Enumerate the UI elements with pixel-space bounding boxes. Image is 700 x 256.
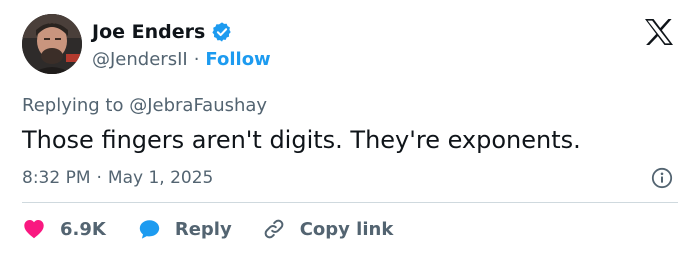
replying-to-line: Replying to @JebraFaushay — [22, 94, 267, 118]
info-icon[interactable] — [651, 167, 673, 189]
tweet-timestamp[interactable]: 8:32 PM · May 1, 2025 — [22, 166, 213, 190]
tweet-time: 8:32 PM — [22, 168, 91, 188]
copy-link-button[interactable]: Copy link — [262, 217, 394, 241]
verified-badge-icon — [212, 22, 232, 42]
heart-icon — [24, 220, 44, 239]
handle-separator: · — [193, 49, 200, 70]
copy-link-label: Copy link — [299, 218, 394, 240]
tweet-card: Joe Enders @JendersII · Follow Replying … — [0, 0, 700, 256]
avatar[interactable] — [22, 14, 82, 74]
speech-bubble-icon — [139, 220, 160, 239]
avatar-image — [22, 14, 82, 74]
tweet-date: May 1, 2025 — [107, 168, 214, 188]
author-name-row: Joe Enders — [92, 20, 233, 44]
reply-button[interactable]: Reply — [137, 217, 232, 241]
author-handle[interactable]: @JendersII — [92, 48, 188, 72]
action-bar: 6.9K Reply Copy link — [22, 215, 393, 243]
reply-label: Reply — [174, 218, 232, 240]
like-button[interactable]: 6.9K — [22, 217, 106, 241]
divider — [22, 202, 678, 203]
x-logo-icon[interactable] — [644, 18, 674, 46]
meta-separator: · — [96, 168, 102, 188]
like-count: 6.9K — [60, 218, 106, 240]
author-name[interactable]: Joe Enders — [92, 20, 205, 44]
replying-to-label: Replying to — [22, 95, 124, 116]
reply-mention-link[interactable]: @JebraFaushay — [129, 95, 267, 116]
tweet-text: Those fingers aren't digits. They're exp… — [22, 126, 581, 154]
follow-button[interactable]: Follow — [205, 48, 270, 72]
link-icon — [264, 219, 284, 239]
handle-row: @JendersII · Follow — [92, 48, 271, 72]
